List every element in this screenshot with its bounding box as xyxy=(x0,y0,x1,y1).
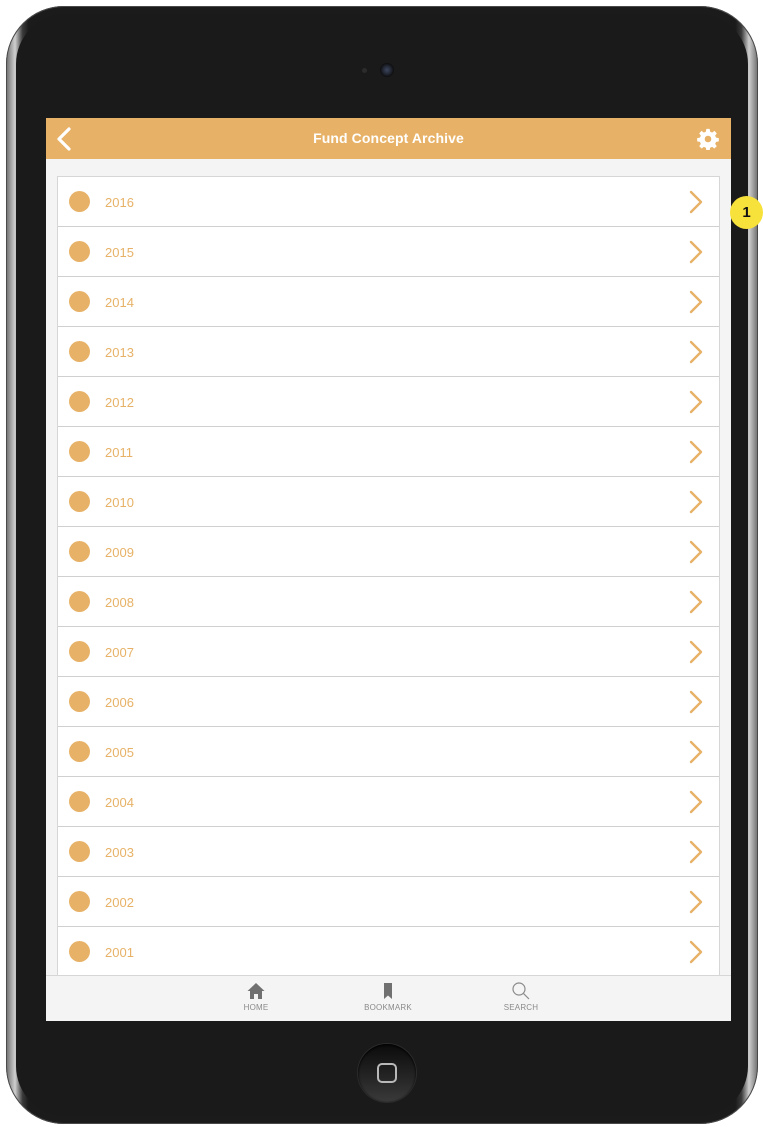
list-item[interactable]: 2004 xyxy=(58,777,719,827)
search-icon xyxy=(512,982,530,1000)
circle-icon xyxy=(69,691,90,712)
tab-search-label: SEARCH xyxy=(503,1003,539,1012)
tab-home[interactable]: HOME xyxy=(221,979,291,1019)
gear-icon[interactable] xyxy=(697,128,719,150)
chevron-right-icon xyxy=(689,890,703,914)
chevron-right-icon xyxy=(689,690,703,714)
chevron-right-icon xyxy=(689,740,703,764)
year-label: 2001 xyxy=(105,945,134,960)
list-item[interactable]: 2009 xyxy=(58,527,719,577)
year-label: 2011 xyxy=(105,445,133,460)
list-item[interactable]: 2015 xyxy=(58,227,719,277)
home-icon xyxy=(247,983,265,999)
list-item[interactable]: 2008 xyxy=(58,577,719,627)
year-label: 2013 xyxy=(105,345,134,360)
year-label: 2010 xyxy=(105,495,134,510)
chevron-right-icon xyxy=(689,390,703,414)
tab-search[interactable]: SEARCH xyxy=(486,979,556,1019)
chevron-right-icon xyxy=(689,840,703,864)
chevron-right-icon xyxy=(689,240,703,264)
circle-icon xyxy=(69,641,90,662)
list-item[interactable]: 2013 xyxy=(58,327,719,377)
circle-icon xyxy=(69,341,90,362)
front-camera xyxy=(380,63,394,77)
home-button-square-icon xyxy=(377,1063,397,1083)
year-list: 2016 2015 2014 2013 2012 2011 2010 2009 2008 2007… xyxy=(57,176,720,976)
year-label: 2007 xyxy=(105,645,134,660)
app-screen: Fund Concept Archive 2016 2015 2014 2013 201… xyxy=(46,118,731,1021)
list-item[interactable]: 2007 xyxy=(58,627,719,677)
list-item[interactable]: 2003 xyxy=(58,827,719,877)
list-item[interactable]: 2001 xyxy=(58,927,719,976)
list-item[interactable]: 2002 xyxy=(58,877,719,927)
year-label: 2012 xyxy=(105,395,134,410)
circle-icon xyxy=(69,591,90,612)
year-label: 2006 xyxy=(105,695,134,710)
bookmark-icon xyxy=(384,983,392,999)
circle-icon xyxy=(69,191,90,212)
chevron-right-icon xyxy=(689,290,703,314)
circle-icon xyxy=(69,491,90,512)
circle-icon xyxy=(69,441,90,462)
annotation-badge: 1 xyxy=(730,196,763,229)
year-label: 2016 xyxy=(105,195,134,210)
chevron-right-icon xyxy=(689,790,703,814)
tab-bookmark-label: BOOKMARK xyxy=(364,1003,412,1012)
year-label: 2002 xyxy=(105,895,134,910)
circle-icon xyxy=(69,791,90,812)
list-item[interactable]: 2012 xyxy=(58,377,719,427)
sensor xyxy=(362,68,367,73)
circle-icon xyxy=(69,541,90,562)
year-label: 2003 xyxy=(105,845,134,860)
nav-bar: Fund Concept Archive xyxy=(46,118,731,159)
chevron-right-icon xyxy=(689,340,703,364)
circle-icon xyxy=(69,741,90,762)
year-label: 2005 xyxy=(105,745,134,760)
year-label: 2009 xyxy=(105,545,134,560)
home-hardware-button[interactable] xyxy=(358,1044,416,1102)
chevron-right-icon xyxy=(689,190,703,214)
chevron-right-icon xyxy=(689,640,703,664)
chevron-right-icon xyxy=(689,940,703,964)
chevron-right-icon xyxy=(689,440,703,464)
tab-home-label: HOME xyxy=(243,1003,269,1012)
year-label: 2015 xyxy=(105,245,134,260)
circle-icon xyxy=(69,391,90,412)
list-item[interactable]: 2006 xyxy=(58,677,719,727)
list-item[interactable]: 2005 xyxy=(58,727,719,777)
circle-icon xyxy=(69,891,90,912)
chevron-right-icon xyxy=(689,540,703,564)
list-item[interactable]: 2010 xyxy=(58,477,719,527)
tab-bar: HOME BOOKMARK SEARCH xyxy=(46,975,731,1021)
circle-icon xyxy=(69,941,90,962)
year-label: 2008 xyxy=(105,595,134,610)
circle-icon xyxy=(69,241,90,262)
page-title: Fund Concept Archive xyxy=(313,130,464,146)
list-item[interactable]: 2014 xyxy=(58,277,719,327)
list-item[interactable]: 2016 xyxy=(58,177,719,227)
circle-icon xyxy=(69,841,90,862)
list-item[interactable]: 2011 xyxy=(58,427,719,477)
circle-icon xyxy=(69,291,90,312)
tab-bookmark[interactable]: BOOKMARK xyxy=(353,979,423,1019)
chevron-right-icon xyxy=(689,490,703,514)
year-label: 2014 xyxy=(105,295,134,310)
year-label: 2004 xyxy=(105,795,134,810)
chevron-right-icon xyxy=(689,590,703,614)
